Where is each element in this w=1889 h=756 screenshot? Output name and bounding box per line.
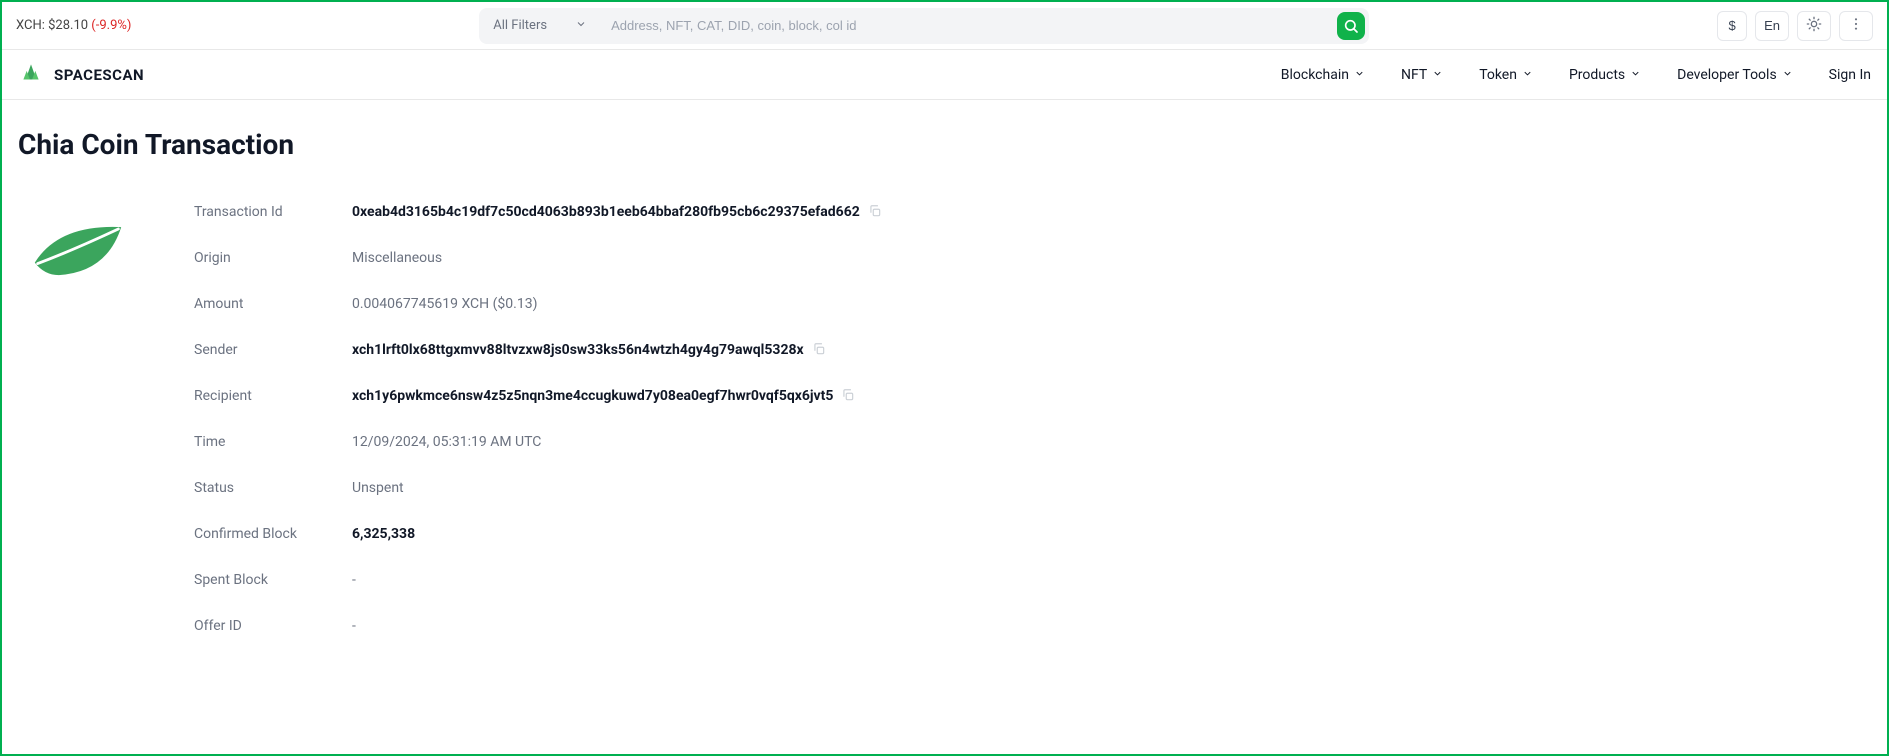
transaction-fields: Transaction Id 0xeab4d3165b4c19df7c50cd4…	[194, 189, 1871, 649]
row-transaction-id: Transaction Id 0xeab4d3165b4c19df7c50cd4…	[194, 189, 1871, 235]
search-filter-label: All Filters	[493, 18, 547, 33]
currency-toggle[interactable]: $	[1717, 11, 1747, 41]
sun-icon	[1806, 16, 1822, 35]
language-label: En	[1764, 18, 1780, 33]
top-right-controls: $ En	[1717, 11, 1873, 41]
field-value: 0xeab4d3165b4c19df7c50cd4063b893b1eeb64b…	[352, 204, 884, 220]
nav-label: NFT	[1401, 67, 1427, 83]
nav-blockchain[interactable]: Blockchain	[1281, 67, 1365, 83]
search-container: All Filters	[479, 8, 1369, 44]
field-label: Spent Block	[194, 572, 352, 588]
row-sender: Sender xch1lrft0lx68ttgxmvv88ltvzxw8js0s…	[194, 327, 1871, 373]
nav-products[interactable]: Products	[1569, 67, 1641, 83]
nav-label: Blockchain	[1281, 67, 1349, 83]
copy-icon[interactable]	[868, 204, 884, 220]
search-filter-dropdown[interactable]: All Filters	[493, 18, 601, 34]
sender-value[interactable]: xch1lrft0lx68ttgxmvv88ltvzxw8js0sw33ks56…	[352, 342, 804, 358]
field-label: Recipient	[194, 388, 352, 404]
nav-links: Blockchain NFT Token Products Developer …	[1281, 67, 1871, 83]
field-value: Miscellaneous	[352, 250, 442, 266]
brand[interactable]: SPACESCAN	[18, 60, 144, 90]
field-value: -	[352, 572, 356, 588]
field-value: 6,325,338	[352, 526, 415, 542]
field-label: Status	[194, 480, 352, 496]
price-ticker: XCH: $28.10 (-9.9%)	[16, 18, 131, 33]
chevron-down-icon	[1782, 67, 1793, 83]
row-time: Time 12/09/2024, 05:31:19 AM UTC	[194, 419, 1871, 465]
nav-label: Developer Tools	[1677, 67, 1777, 83]
page-title: Chia Coin Transaction	[18, 128, 1871, 161]
nav-token[interactable]: Token	[1479, 67, 1533, 83]
confirmed-block-value[interactable]: 6,325,338	[352, 526, 415, 542]
chevron-down-icon	[575, 18, 587, 34]
field-label: Sender	[194, 342, 352, 358]
chia-leaf-icon	[30, 217, 126, 293]
search-button[interactable]	[1337, 12, 1365, 40]
field-label: Time	[194, 434, 352, 450]
kebab-icon	[1848, 16, 1864, 35]
currency-label: $	[1728, 18, 1735, 33]
row-amount: Amount 0.004067745619 XCH ($0.13)	[194, 281, 1871, 327]
field-value: Unspent	[352, 480, 404, 496]
copy-icon[interactable]	[812, 342, 828, 358]
nav-label: Token	[1479, 67, 1517, 83]
field-value: xch1lrft0lx68ttgxmvv88ltvzxw8js0sw33ks56…	[352, 342, 828, 358]
field-label: Transaction Id	[194, 204, 352, 220]
chevron-down-icon	[1522, 67, 1533, 83]
field-label: Offer ID	[194, 618, 352, 634]
field-value: xch1y6pwkmce6nsw4z5z5nqn3me4ccugkuwd7y08…	[352, 388, 857, 404]
transaction-id-value: 0xeab4d3165b4c19df7c50cd4063b893b1eeb64b…	[352, 204, 860, 220]
row-spent-block: Spent Block -	[194, 557, 1871, 603]
row-status: Status Unspent	[194, 465, 1871, 511]
field-value: -	[352, 618, 356, 634]
main-content: Chia Coin Transaction Transaction Id 0xe…	[2, 100, 1887, 649]
theme-toggle[interactable]	[1797, 11, 1831, 41]
row-recipient: Recipient xch1y6pwkmce6nsw4z5z5nqn3me4cc…	[194, 373, 1871, 419]
chevron-down-icon	[1354, 67, 1365, 83]
search-input[interactable]	[601, 18, 1337, 33]
asset-icon-wrap	[18, 189, 138, 293]
row-offer-id: Offer ID -	[194, 603, 1871, 649]
row-origin: Origin Miscellaneous	[194, 235, 1871, 281]
recipient-value[interactable]: xch1y6pwkmce6nsw4z5z5nqn3me4ccugkuwd7y08…	[352, 388, 833, 404]
nav-label: Products	[1569, 67, 1625, 83]
field-label: Amount	[194, 296, 352, 312]
price-label: XCH: $28.10	[16, 18, 91, 33]
field-value: 0.004067745619 XCH ($0.13)	[352, 296, 537, 312]
field-label: Origin	[194, 250, 352, 266]
language-toggle[interactable]: En	[1755, 11, 1789, 41]
sign-in-link[interactable]: Sign In	[1829, 67, 1871, 83]
brand-name: SPACESCAN	[54, 66, 144, 84]
top-bar: XCH: $28.10 (-9.9%) All Filters $ En	[2, 2, 1887, 50]
nav-nft[interactable]: NFT	[1401, 67, 1443, 83]
row-confirmed-block: Confirmed Block 6,325,338	[194, 511, 1871, 557]
nav-bar: SPACESCAN Blockchain NFT Token Products …	[2, 50, 1887, 100]
transaction-layout: Transaction Id 0xeab4d3165b4c19df7c50cd4…	[18, 189, 1871, 649]
brand-logo-icon	[18, 60, 44, 90]
chevron-down-icon	[1432, 67, 1443, 83]
price-change: (-9.9%)	[91, 18, 131, 33]
chevron-down-icon	[1630, 67, 1641, 83]
copy-icon[interactable]	[841, 388, 857, 404]
field-value: 12/09/2024, 05:31:19 AM UTC	[352, 434, 541, 450]
more-menu[interactable]	[1839, 11, 1873, 41]
nav-developer-tools[interactable]: Developer Tools	[1677, 67, 1793, 83]
field-label: Confirmed Block	[194, 526, 352, 542]
